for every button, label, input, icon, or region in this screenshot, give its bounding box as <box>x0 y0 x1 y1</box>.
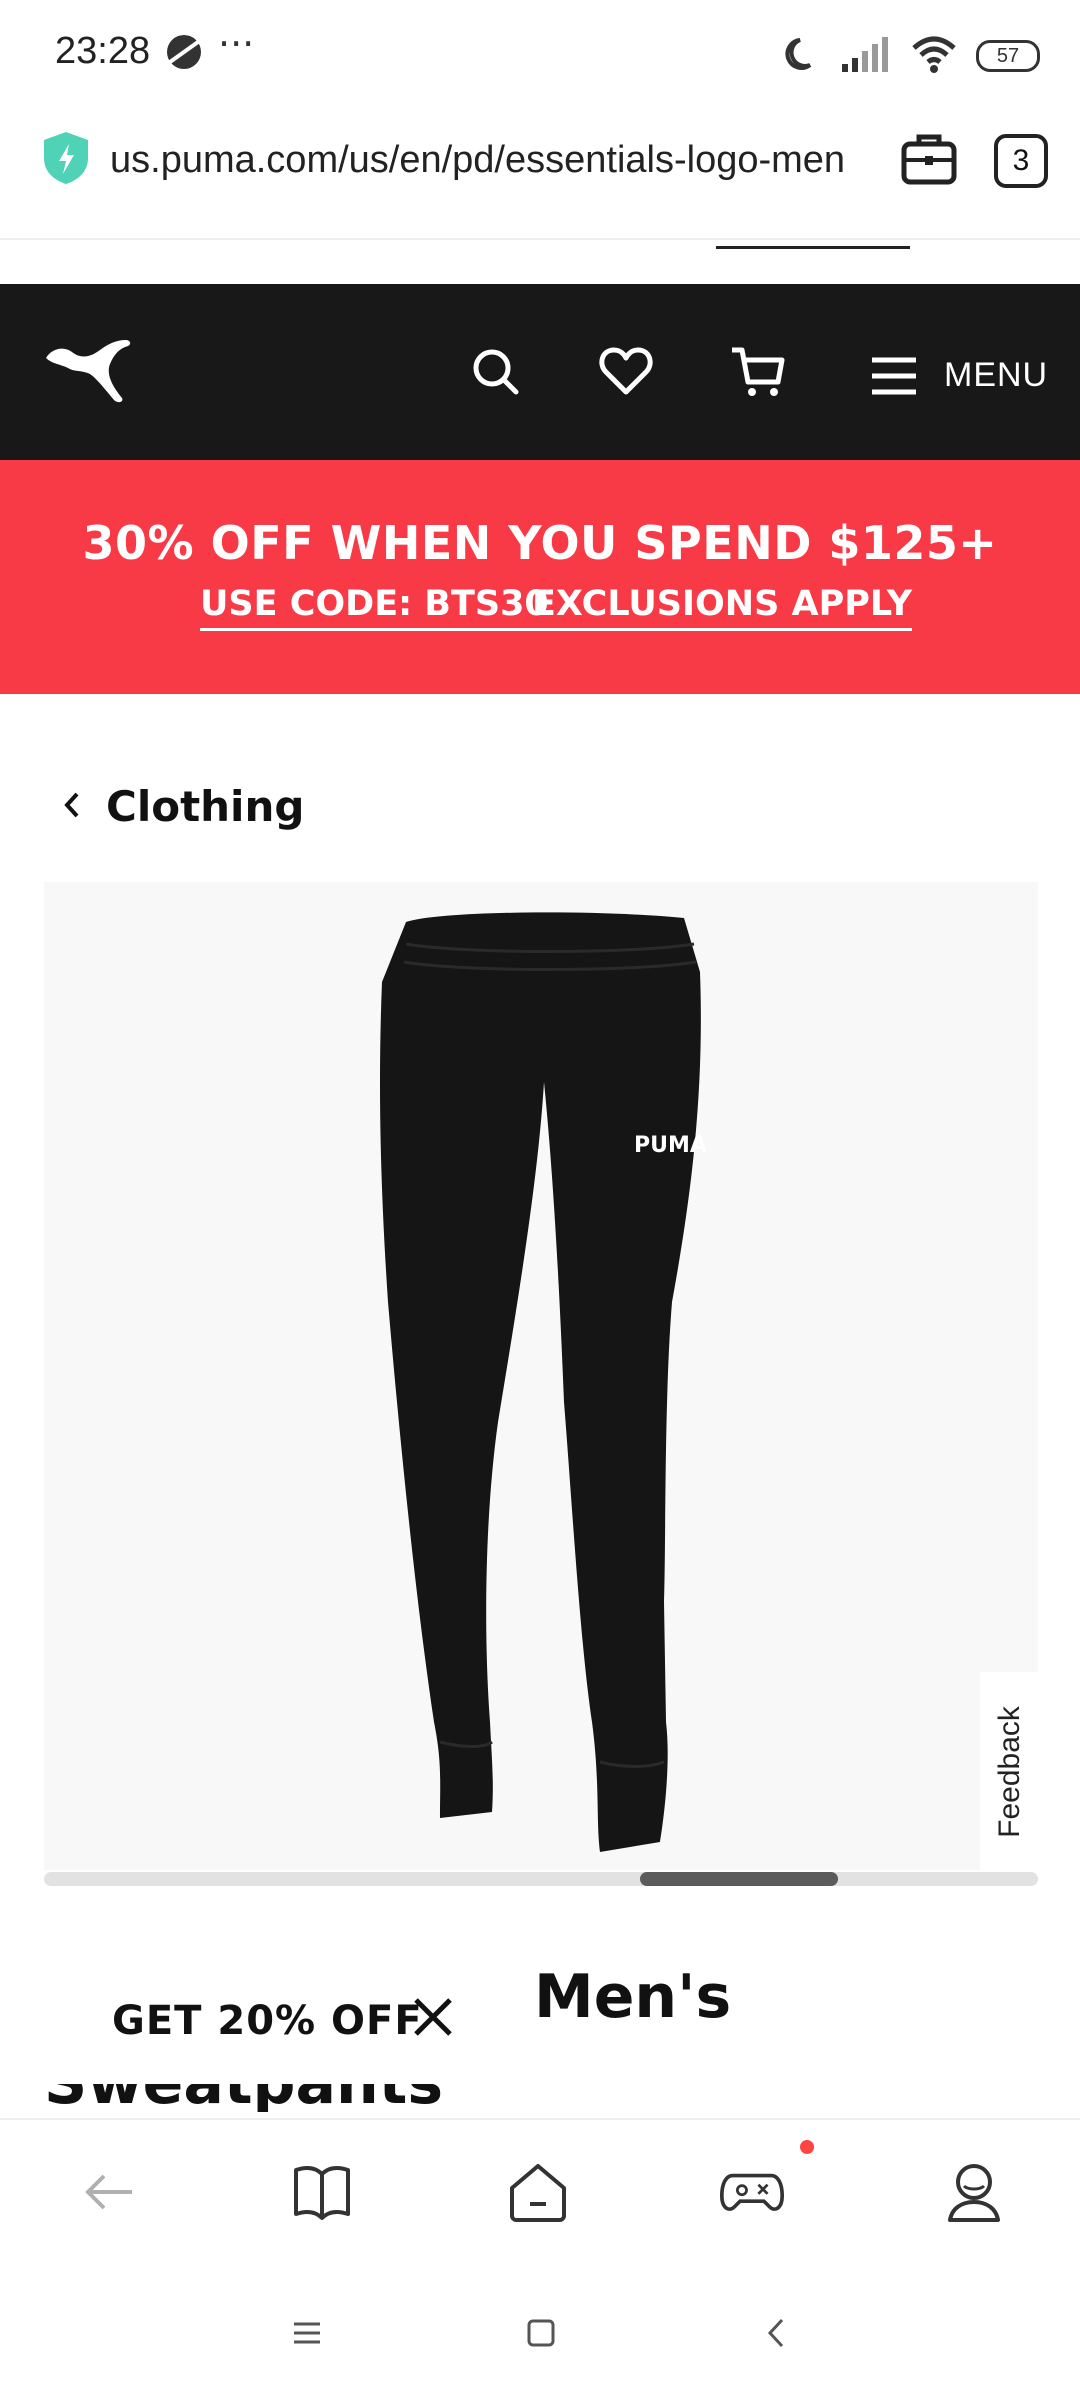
cart-icon[interactable] <box>728 342 788 402</box>
heart-icon[interactable] <box>598 344 654 400</box>
status-dots: ··· <box>218 22 255 66</box>
home-icon[interactable] <box>506 2160 570 2224</box>
feedback-label: Feedback <box>993 1706 1026 1838</box>
offer-label[interactable]: GET 20% OFF <box>112 1998 423 2044</box>
puma-logo[interactable] <box>42 334 134 408</box>
breadcrumb[interactable]: Clothing <box>60 782 304 831</box>
wifi-icon <box>910 34 958 78</box>
breadcrumb-label: Clothing <box>106 782 305 831</box>
feedback-label-wrap: Feedback <box>980 1672 1040 1872</box>
notification-dot <box>800 2140 814 2154</box>
search-icon[interactable] <box>468 344 524 400</box>
hamburger-icon[interactable] <box>870 356 918 396</box>
carousel-scroll-track[interactable] <box>44 1872 1038 1886</box>
carousel-scroll-thumb[interactable] <box>640 1872 838 1886</box>
moon-icon <box>784 35 822 77</box>
chevron-left-icon <box>60 790 84 824</box>
product-image[interactable]: PUMA <box>44 882 1038 1870</box>
promo-code-link[interactable]: USE CODE: BTS30 <box>200 584 549 631</box>
pants-brand-mark: PUMA <box>634 1133 707 1158</box>
divider <box>0 238 1080 240</box>
game-icon[interactable] <box>720 2160 784 2224</box>
secure-shield-icon[interactable] <box>40 130 92 186</box>
recents-icon[interactable] <box>290 2316 324 2350</box>
toolbox-icon[interactable] <box>900 132 958 186</box>
sweatpants-image: PUMA <box>380 912 707 1852</box>
battery-icon: 57 <box>976 40 1040 72</box>
status-time: 23:28 <box>55 30 151 72</box>
back-chevron-icon[interactable] <box>760 2316 794 2350</box>
status-icons: 57 <box>784 30 1040 82</box>
tabs-icon[interactable]: 3 <box>994 134 1048 188</box>
url-field[interactable]: us.puma.com/us/en/pd/essentials-logo-men <box>110 132 865 188</box>
underline-fragment <box>716 246 910 249</box>
product-title: Men's <box>534 1962 732 2032</box>
signal-icon <box>840 36 892 76</box>
menu-button[interactable]: MENU <box>944 356 1048 395</box>
promo-title: 30% OFF WHEN YOU SPEND $125+ <box>82 516 998 570</box>
site-header <box>0 284 1080 460</box>
vpn-icon <box>164 32 204 72</box>
promo-banner <box>0 460 1080 694</box>
profile-icon[interactable] <box>942 2160 1006 2224</box>
back-icon[interactable] <box>76 2160 140 2224</box>
home-square-icon[interactable] <box>524 2316 558 2350</box>
close-icon[interactable] <box>410 1994 456 2040</box>
exclusions-link[interactable]: EXCLUSIONS APPLY <box>532 584 913 631</box>
book-icon[interactable] <box>290 2160 354 2224</box>
